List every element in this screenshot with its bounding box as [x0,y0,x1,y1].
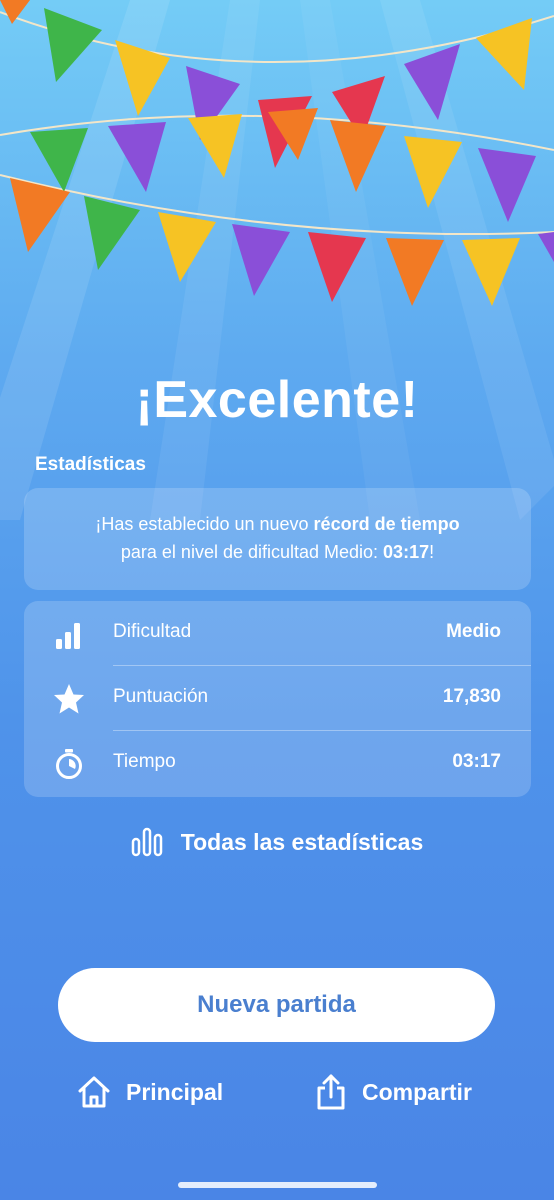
record-message-line-1: ¡Has establecido un nuevo récord de tiem… [95,514,460,534]
share-icon [317,1074,345,1110]
home-button[interactable]: Principal [76,1070,223,1114]
bar-chart-icon [131,827,163,857]
home-icon [78,1076,110,1108]
home-indicator [178,1182,377,1188]
stat-value: Medio [446,621,501,642]
stat-value: 03:17 [452,751,501,772]
record-message-line-2: para el nivel de dificultad Medio: 03:17… [120,542,435,562]
stat-row-time: Tiempo 03:17 [24,731,531,796]
party-bunting-decoration [0,0,554,306]
all-stats-link[interactable]: Todas las estadísticas [0,822,554,862]
stat-label: Puntuación [113,686,209,707]
stat-row-difficulty: Dificultad Medio [24,601,531,666]
stat-label: Tiempo [113,751,176,772]
signal-bars-icon [56,623,80,649]
stats-card: Dificultad Medio Puntuación 17,830 Tiemp… [24,601,531,797]
page-title: ¡Excelente! [135,371,419,429]
share-label: Compartir [362,1078,472,1105]
star-icon [54,684,84,714]
stat-label: Dificultad [113,621,192,642]
stat-row-score: Puntuación 17,830 [24,666,531,731]
stats-section-label: Estadísticas [35,454,146,475]
record-message-card: ¡Has establecido un nuevo récord de tiem… [24,488,531,590]
new-game-button[interactable]: Nueva partida [58,968,495,1042]
share-button[interactable]: Compartir [314,1070,472,1114]
home-label: Principal [126,1078,224,1105]
stopwatch-icon [56,749,82,779]
all-stats-label: Todas las estadísticas [180,828,424,855]
stat-value: 17,830 [442,686,501,707]
